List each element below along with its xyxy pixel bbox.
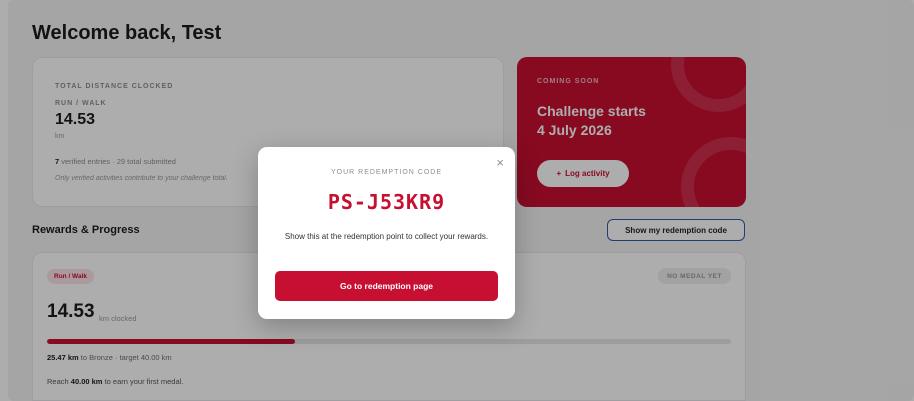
go-to-redemption-button[interactable]: Go to redemption page bbox=[275, 271, 498, 301]
redemption-code: PS-J53KR9 bbox=[327, 190, 446, 214]
redemption-code-modal: × YOUR REDEMPTION CODE PS-J53KR9 Show th… bbox=[258, 147, 515, 319]
close-icon[interactable]: × bbox=[496, 155, 504, 170]
modal-message: Show this at the redemption point to col… bbox=[284, 232, 489, 241]
modal-caption: YOUR REDEMPTION CODE bbox=[330, 169, 442, 176]
